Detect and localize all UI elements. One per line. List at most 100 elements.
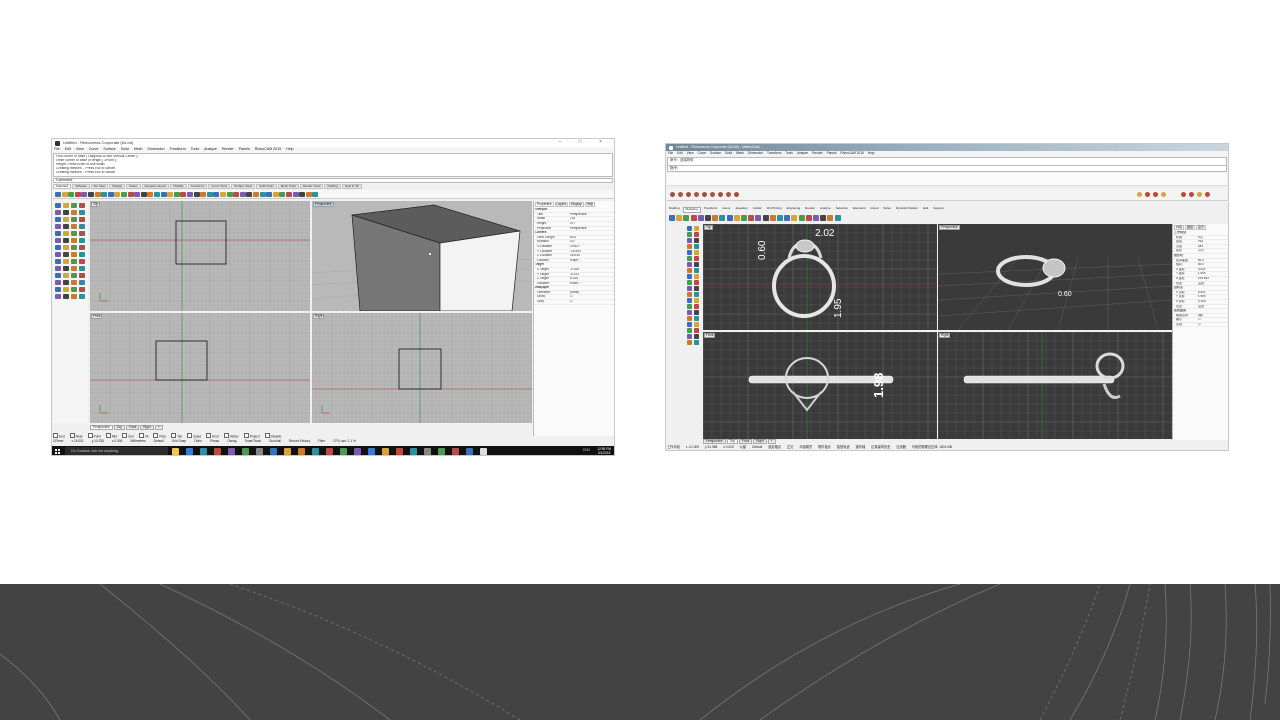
tool-icon[interactable]	[694, 286, 699, 291]
taskbar-app-icon[interactable]	[270, 448, 277, 455]
status-field[interactable]: 可用的物理记忆体: 1604 MB	[912, 446, 952, 449]
tool-icon[interactable]	[694, 250, 699, 255]
status-field[interactable]: x 15.001	[71, 440, 83, 443]
tool-icon[interactable]	[79, 224, 85, 229]
tool-icon[interactable]	[694, 292, 699, 297]
tool-icon[interactable]	[79, 294, 85, 299]
toolbar-tab[interactable]: Transform	[702, 207, 720, 213]
viewport-tab[interactable]: Perspective	[703, 439, 726, 445]
tool-icon[interactable]	[55, 273, 61, 278]
panel-tab[interactable]: Help	[584, 202, 596, 208]
tool-icon[interactable]	[687, 286, 692, 291]
taskbar-app-icon[interactable]	[354, 448, 361, 455]
toolbar-icon[interactable]	[121, 192, 127, 197]
toolbar-icon[interactable]	[220, 192, 226, 197]
menu-item[interactable]: Tools	[785, 152, 792, 155]
menu-item[interactable]: View	[76, 148, 84, 152]
taskbar-app-icon[interactable]	[214, 448, 221, 455]
toolbar-icon[interactable]	[259, 192, 266, 197]
taskbar-app-icon[interactable]	[340, 448, 347, 455]
tool-icon[interactable]	[791, 215, 798, 221]
tool-icon[interactable]	[687, 298, 692, 303]
tool-icon[interactable]	[71, 224, 77, 229]
taskbar-app-icon[interactable]	[172, 448, 179, 455]
status-field[interactable]: SmartTrack	[245, 440, 261, 443]
tool-icon[interactable]	[805, 215, 812, 221]
tool-icon[interactable]	[63, 266, 69, 271]
property-value[interactable]: ☑	[1198, 323, 1228, 327]
tool-icon[interactable]	[79, 203, 85, 208]
toolbar-icon[interactable]	[246, 192, 253, 197]
status-field[interactable]: y 10.335	[92, 440, 104, 443]
property-value[interactable]: (無)	[1198, 314, 1228, 318]
toolbar-tab[interactable]: Elements	[851, 207, 868, 213]
tool-icon[interactable]	[687, 262, 692, 267]
osnap-checkbox[interactable]: End	[53, 433, 65, 439]
tool-icon[interactable]	[79, 210, 85, 215]
toolbar-icon[interactable]	[154, 192, 160, 197]
status-field[interactable]: Filter	[318, 440, 325, 443]
tool-icon[interactable]	[63, 294, 69, 299]
menu-item[interactable]: Analyze	[204, 148, 217, 152]
tool-icon[interactable]	[79, 231, 85, 236]
viewport-right[interactable]: Right	[938, 332, 1172, 439]
taskbar-app-icon[interactable]	[312, 448, 319, 455]
osnap-checkbox[interactable]: Point	[88, 433, 101, 439]
toolbar-tab[interactable]: Viewport Layout	[141, 184, 169, 189]
material-sphere-icon[interactable]	[726, 192, 731, 197]
property-value[interactable]: 284	[1198, 245, 1228, 249]
property-value[interactable]: 平行	[1198, 249, 1228, 253]
viewport-tab[interactable]: Front	[125, 425, 140, 431]
toolbar-icon[interactable]	[239, 192, 246, 197]
property-value[interactable]: 90.0	[1198, 263, 1228, 267]
viewport-right[interactable]: Right	[312, 313, 532, 423]
status-field[interactable]: Default	[154, 440, 164, 443]
windows-start-icon[interactable]	[55, 449, 60, 454]
viewport-label-front[interactable]: Front	[91, 314, 103, 320]
toolbar-tab[interactable]: Artistic	[751, 207, 764, 213]
status-field[interactable]: Millimeters	[130, 440, 145, 443]
status-field[interactable]: z 0.000	[723, 446, 733, 449]
tool-icon[interactable]	[687, 304, 692, 309]
toolbar-tab[interactable]: CPlanes	[72, 184, 90, 189]
tool-icon[interactable]	[687, 238, 692, 243]
viewport-tab[interactable]: Front	[738, 439, 753, 445]
material-sphere-icon[interactable]	[678, 192, 683, 197]
tray-language[interactable]: ENG	[583, 448, 590, 452]
property-value[interactable]: 742	[570, 217, 614, 221]
material-sphere-icon[interactable]	[1181, 192, 1186, 197]
tool-icon[interactable]	[63, 231, 69, 236]
toolbar-icon[interactable]	[193, 192, 200, 197]
tool-icon[interactable]	[79, 266, 85, 271]
menu-item[interactable]: Tools	[191, 148, 199, 152]
tool-icon[interactable]	[798, 215, 805, 221]
material-sphere-icon[interactable]	[1189, 192, 1194, 197]
status-field[interactable]: Ortho	[194, 440, 202, 443]
toolbar-icon[interactable]	[180, 192, 187, 197]
property-value[interactable]: 50.0	[1198, 259, 1228, 263]
tool-icon[interactable]	[748, 215, 755, 221]
tool-icon[interactable]	[55, 287, 61, 292]
tool-icon[interactable]	[71, 266, 77, 271]
tool-icon[interactable]	[63, 203, 69, 208]
tool-icon[interactable]	[694, 244, 699, 249]
tool-icon[interactable]	[687, 250, 692, 255]
tool-icon[interactable]	[63, 224, 69, 229]
status-field[interactable]: Grid Snap	[172, 440, 186, 443]
viewport-tab[interactable]: +	[767, 439, 776, 445]
tool-icon[interactable]	[687, 280, 692, 285]
tool-icon[interactable]	[63, 217, 69, 222]
status-field[interactable]: 正交	[787, 446, 793, 449]
tool-icon[interactable]	[63, 287, 69, 292]
toolbar-tab[interactable]: Modeling	[682, 207, 701, 213]
tool-icon[interactable]	[71, 210, 77, 215]
tool-icon[interactable]	[694, 328, 699, 333]
toolbar-icon[interactable]	[107, 192, 114, 197]
toolbar-tab[interactable]: Visibility	[169, 184, 187, 189]
tool-icon[interactable]	[694, 280, 699, 285]
tool-icon[interactable]	[813, 215, 819, 221]
tool-icon[interactable]	[55, 280, 61, 285]
menu-item[interactable]: Dimension	[148, 148, 165, 152]
material-sphere-icon[interactable]	[1137, 192, 1142, 197]
property-value[interactable]: 794	[1198, 240, 1228, 244]
